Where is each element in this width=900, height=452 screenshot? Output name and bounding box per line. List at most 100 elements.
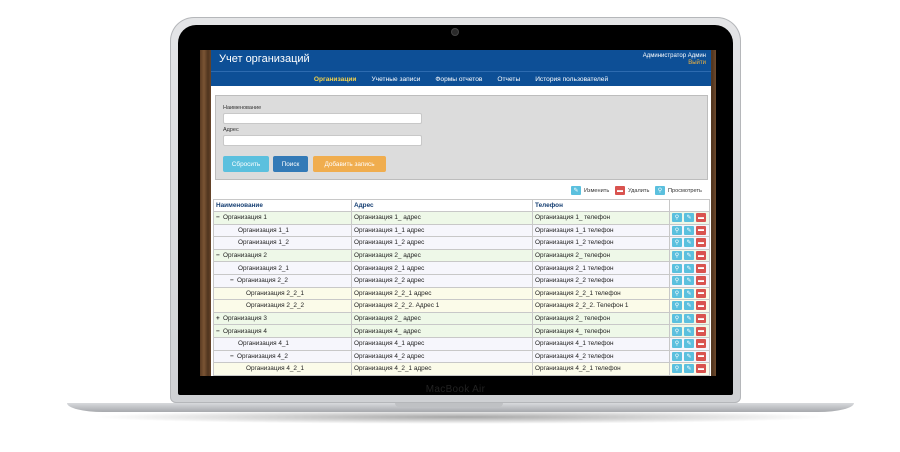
search-button[interactable]: Поиск [273,156,308,172]
trash-icon[interactable]: ▬ [696,301,706,311]
trash-icon[interactable]: ▬ [696,314,706,324]
reset-button[interactable]: Сбросить [223,156,269,172]
row-name: Организация 4_2_1 [246,365,305,373]
pencil-icon[interactable]: ✎ [684,276,694,286]
expand-icon[interactable]: + [216,315,223,322]
row-name: Организация 4_2 [237,352,288,360]
trash-icon[interactable]: ▬ [696,263,706,273]
table-row: Организация 1_1 Организация 1_1 адрес Орга… [213,223,710,238]
cell-phone: Организация 4_2_1 телефон [532,362,670,376]
cell-actions: ⚲ ✎ ▬ [669,336,710,351]
magnifier-icon[interactable]: ⚲ [672,225,682,235]
cell-name: Организация 4_2_1 [213,362,352,376]
magnifier-icon[interactable]: ⚲ [672,263,682,273]
trash-icon[interactable]: ▬ [696,339,706,349]
nav-organizations[interactable]: Организации [314,76,357,83]
trash-icon[interactable]: ▬ [696,364,706,374]
cell-actions: ⚲ ✎ ▬ [669,248,710,263]
cell-address: Организация 4_1 адрес [351,336,533,351]
collapse-icon[interactable]: − [216,214,223,221]
table-row: Организация 1_2 Организация 1_2 адрес Орга… [213,236,710,250]
col-phone[interactable]: Телефон [532,199,670,212]
trash-icon[interactable]: ▬ [696,276,706,286]
magnifier-icon[interactable]: ⚲ [672,276,682,286]
nav-accounts[interactable]: Учетные записи [371,76,420,83]
pencil-icon[interactable]: ✎ [684,251,694,261]
cell-actions: ⚲ ✎ ▬ [669,261,710,275]
pencil-icon[interactable]: ✎ [684,288,694,298]
collapse-icon[interactable]: − [230,353,237,360]
cell-phone: Организация 1_ телефон [532,211,670,225]
pencil-icon[interactable]: ✎ [684,351,694,361]
organizations-table: Наименование Адрес Телефон − Организация … [213,199,710,376]
row-name: Организация 1_1 [238,226,289,234]
collapse-icon[interactable]: − [230,277,237,284]
pencil-icon[interactable]: ✎ [684,263,694,273]
cell-actions: ⚲ ✎ ▬ [669,223,710,238]
magnifier-icon[interactable]: ⚲ [672,288,682,298]
collapse-icon[interactable]: − [216,252,223,259]
legend-view-label: Просмотреть [668,187,702,194]
logout-link[interactable]: Выйти [643,60,706,67]
add-record-button[interactable]: Добавить запись [313,156,386,172]
table-row: Организация 2_2_2 Организация 2_2_2. Адре… [213,299,710,313]
magnifier-icon[interactable]: ⚲ [672,238,682,248]
pencil-icon[interactable]: ✎ [684,301,694,311]
device-brand: MacBook Air [425,384,486,395]
cell-phone: Организация 2_2_1 телефон [532,286,670,301]
trash-icon[interactable]: ▬ [696,351,706,361]
pencil-icon[interactable]: ✎ [684,364,694,374]
col-address[interactable]: Адрес [351,199,533,212]
pencil-icon[interactable]: ✎ [684,339,694,349]
pencil-icon[interactable]: ✎ [684,326,694,336]
magnifier-icon[interactable]: ⚲ [672,326,682,336]
cell-address: Организация 2_ адрес [351,311,533,326]
pencil-icon[interactable]: ✎ [684,238,694,248]
cell-name: − Организация 1 [213,211,352,225]
cell-name: Организация 2_1 [213,261,352,275]
table-row: − Организация 1 Организация 1_ адрес Органи… [213,211,710,225]
col-name[interactable]: Наименование [213,199,352,212]
magnifier-icon[interactable]: ⚲ [672,251,682,261]
cell-actions: ⚲ ✎ ▬ [669,299,710,313]
collapse-icon[interactable]: − [216,328,223,335]
cell-address: Организация 1_ адрес [351,211,533,225]
table-row: + Организация 3 Организация 2_ адрес Органи… [213,311,710,326]
cell-actions: ⚲ ✎ ▬ [669,286,710,301]
nav-reports[interactable]: Отчеты [497,76,520,83]
trash-icon[interactable]: ▬ [696,288,706,298]
table-row: − Организация 2 Организация 2_ адрес Органи… [213,248,710,263]
magnifier-icon[interactable]: ⚲ [672,314,682,324]
table-row: Организация 4_2_1 Организация 4_2_1 адрес… [213,362,710,376]
main-nav: Организации Учетные записи Формы отчетов… [211,71,711,86]
name-input[interactable] [223,113,422,124]
nav-user-history[interactable]: История пользователей [535,76,608,83]
cell-name: − Организация 4_2 [213,349,352,364]
user-name: Администратор Админ [642,53,706,59]
address-input[interactable] [223,135,422,146]
laptop-shadow [90,410,830,424]
magnifier-icon[interactable]: ⚲ [672,339,682,349]
magnifier-icon[interactable]: ⚲ [672,301,682,311]
nav-report-forms[interactable]: Формы отчетов [435,76,482,83]
trash-icon[interactable]: ▬ [696,238,706,248]
cell-phone: Организация 2_1 телефон [532,261,670,275]
trash-icon[interactable]: ▬ [696,213,706,223]
trash-icon[interactable]: ▬ [696,326,706,336]
trash-icon[interactable]: ▬ [696,251,706,261]
cell-phone: Организация 4_1 телефон [532,336,670,351]
magnifier-icon[interactable]: ⚲ [672,213,682,223]
cell-phone: Организация 4_2 телефон [532,349,670,364]
laptop-notch [395,403,503,407]
magnifier-icon[interactable]: ⚲ [672,364,682,374]
trash-icon[interactable]: ▬ [696,225,706,235]
cell-name: Организация 1_1 [213,223,352,238]
legend-delete: ▬ Удалить [615,186,649,195]
app-title: Учет организаций [219,53,310,65]
pencil-icon[interactable]: ✎ [684,225,694,235]
pencil-icon[interactable]: ✎ [684,314,694,324]
magnifier-icon[interactable]: ⚲ [672,351,682,361]
cell-name: − Организация 4 [213,324,352,338]
table-row: Организация 4_1 Организация 4_1 адрес Орга… [213,336,710,351]
pencil-icon[interactable]: ✎ [684,213,694,223]
